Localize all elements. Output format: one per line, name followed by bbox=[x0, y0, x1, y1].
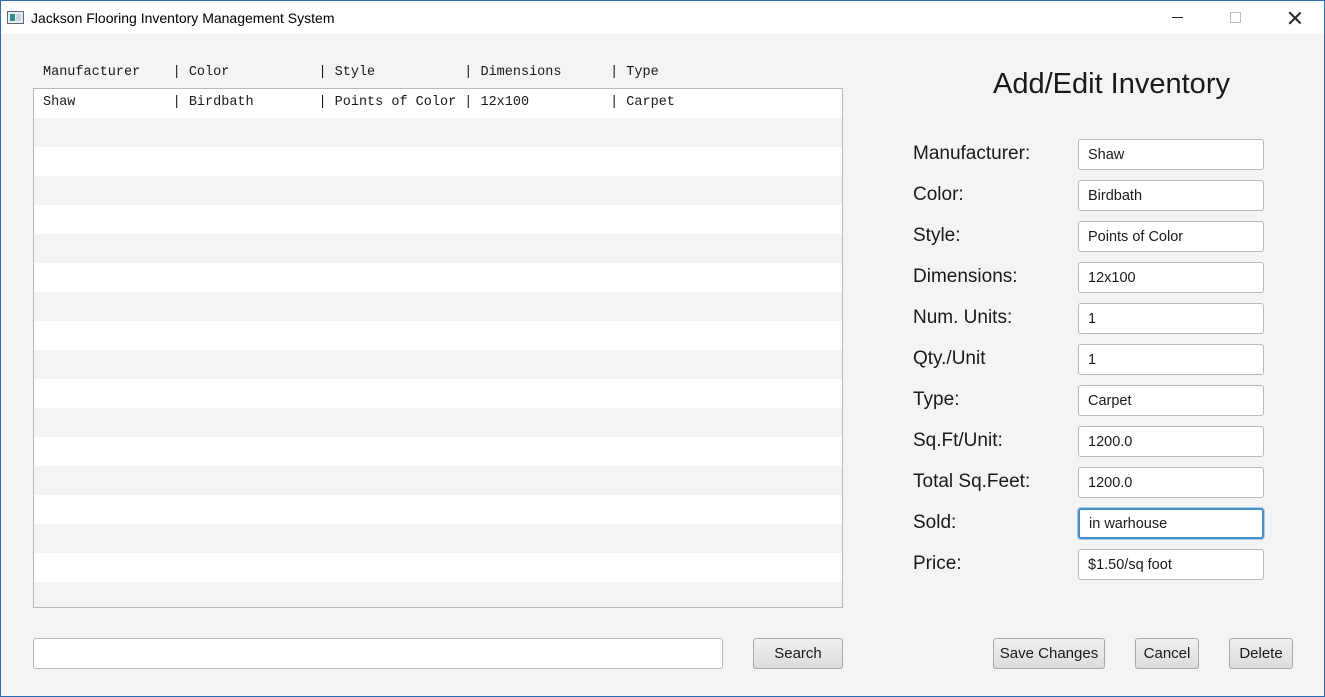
empty-row bbox=[34, 466, 842, 495]
total-sqfeet-field[interactable] bbox=[1078, 467, 1264, 498]
delete-button[interactable]: Delete bbox=[1229, 638, 1293, 669]
type-label: Type: bbox=[913, 389, 960, 410]
empty-row bbox=[34, 524, 842, 553]
search-button[interactable]: Search bbox=[753, 638, 843, 669]
qty-unit-field[interactable] bbox=[1078, 344, 1264, 375]
dimensions-field[interactable] bbox=[1078, 262, 1264, 293]
empty-row bbox=[34, 379, 842, 408]
app-icon bbox=[7, 11, 24, 24]
maximize-icon bbox=[1229, 12, 1241, 23]
sqft-unit-field[interactable] bbox=[1078, 426, 1264, 457]
empty-row bbox=[34, 292, 842, 321]
num-units-label: Num. Units: bbox=[913, 307, 1013, 328]
manufacturer-field[interactable] bbox=[1078, 139, 1264, 170]
save-changes-button[interactable]: Save Changes bbox=[993, 638, 1105, 669]
cancel-button[interactable]: Cancel bbox=[1135, 638, 1199, 669]
style-label: Style: bbox=[913, 225, 961, 246]
type-field[interactable] bbox=[1078, 385, 1264, 416]
search-input[interactable] bbox=[33, 638, 723, 669]
app-window: Jackson Flooring Inventory Management Sy… bbox=[0, 0, 1325, 697]
list-item-text: Shaw | Birdbath | Points of Color | 12x1… bbox=[43, 95, 675, 110]
empty-row bbox=[34, 205, 842, 234]
empty-row bbox=[34, 176, 842, 205]
price-label: Price: bbox=[913, 553, 962, 574]
close-icon bbox=[1288, 11, 1302, 25]
price-field[interactable] bbox=[1078, 549, 1264, 580]
empty-row bbox=[34, 118, 842, 147]
num-units-field[interactable] bbox=[1078, 303, 1264, 334]
sold-label: Sold: bbox=[913, 512, 957, 533]
window-title: Jackson Flooring Inventory Management Sy… bbox=[31, 10, 335, 26]
empty-row bbox=[34, 263, 842, 292]
color-field[interactable] bbox=[1078, 180, 1264, 211]
empty-row bbox=[34, 437, 842, 466]
sold-field[interactable] bbox=[1078, 508, 1264, 539]
title-bar[interactable]: Jackson Flooring Inventory Management Sy… bbox=[1, 1, 1324, 34]
minimize-icon bbox=[1171, 17, 1183, 18]
form-title: Add/Edit Inventory bbox=[993, 68, 1230, 100]
qty-unit-label: Qty./Unit bbox=[913, 348, 986, 369]
empty-row bbox=[34, 553, 842, 582]
inventory-list[interactable]: Shaw | Birdbath | Points of Color | 12x1… bbox=[33, 88, 843, 608]
empty-row bbox=[34, 408, 842, 437]
minimize-button[interactable] bbox=[1148, 1, 1206, 34]
color-label: Color: bbox=[913, 184, 964, 205]
maximize-button[interactable] bbox=[1206, 1, 1264, 34]
empty-row bbox=[34, 582, 842, 607]
empty-row bbox=[34, 350, 842, 379]
inventory-list-header: Manufacturer | Color | Style | Dimension… bbox=[43, 65, 659, 80]
empty-row bbox=[34, 147, 842, 176]
style-field[interactable] bbox=[1078, 221, 1264, 252]
sqft-unit-label: Sq.Ft/Unit: bbox=[913, 430, 1003, 451]
close-button[interactable] bbox=[1266, 1, 1324, 34]
total-sqfeet-label: Total Sq.Feet: bbox=[913, 471, 1031, 492]
empty-row bbox=[34, 234, 842, 263]
empty-row bbox=[34, 321, 842, 350]
list-item[interactable]: Shaw | Birdbath | Points of Color | 12x1… bbox=[34, 89, 842, 118]
manufacturer-label: Manufacturer: bbox=[913, 143, 1031, 164]
dimensions-label: Dimensions: bbox=[913, 266, 1018, 287]
empty-row bbox=[34, 495, 842, 524]
